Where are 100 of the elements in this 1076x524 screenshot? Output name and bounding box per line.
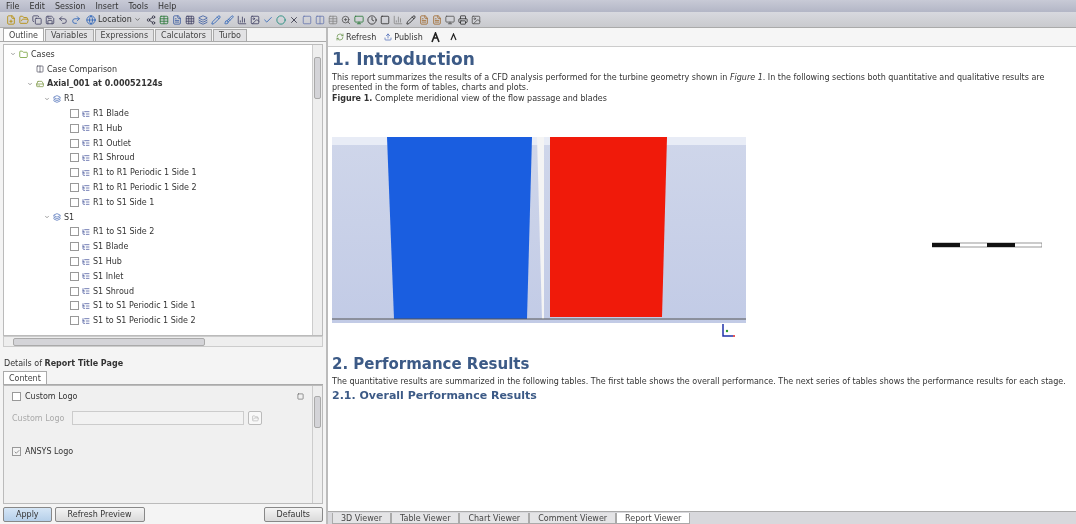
tab[interactable]: Report Viewer [616,513,691,524]
defaults-button[interactable]: Defaults [263,507,323,522]
boundary-icon [82,139,90,148]
checkbox[interactable] [70,257,79,267]
apply-button[interactable]: Apply [3,507,52,522]
pencil-icon[interactable] [210,14,221,25]
rectangle-icon[interactable] [379,14,390,25]
new-file-icon[interactable] [6,14,16,25]
tree-item[interactable]: S1 Hub [93,257,122,267]
menu-item[interactable]: Insert [95,1,119,11]
checkbox[interactable] [12,447,21,456]
checkbox[interactable] [70,271,79,281]
location-button[interactable]: Location [84,14,143,25]
bar-chart-icon[interactable] [392,14,403,25]
expand-icon[interactable] [44,95,50,102]
browse-button[interactable] [248,411,262,425]
tree-item[interactable]: R1 to S1 Side 1 [93,197,155,207]
printer-icon[interactable] [457,14,468,25]
table-icon[interactable] [327,14,338,25]
document-icon[interactable] [431,14,442,25]
tab[interactable]: Comment Viewer [529,513,617,524]
checkbox[interactable] [70,123,79,133]
brush-icon[interactable] [223,14,234,25]
save-icon[interactable] [45,14,55,25]
tab[interactable]: Calculators [155,29,212,41]
tree-item[interactable]: R1 to S1 Side 2 [93,227,155,237]
tree-item[interactable]: R1 to R1 Periodic 1 Side 1 [93,168,197,178]
image-icon[interactable] [470,14,481,25]
menu-item[interactable]: Help [158,1,177,11]
checkbox[interactable] [70,227,79,237]
tab[interactable]: Content [3,371,47,384]
copy-icon[interactable] [32,14,42,25]
checkbox[interactable] [70,183,79,193]
tree-item[interactable]: S1 to S1 Periodic 1 Side 1 [93,301,196,311]
expand-icon[interactable] [10,51,16,58]
tab[interactable]: Table Viewer [391,513,460,524]
caret-icon [133,16,141,23]
document-icon[interactable] [171,14,182,25]
share-icon[interactable] [145,14,156,25]
tree-item[interactable]: R1 [64,94,75,104]
publish-button[interactable]: Publish [384,32,423,42]
checkbox[interactable] [70,242,79,252]
refresh-icon [336,33,344,41]
clock-icon[interactable] [366,14,377,25]
tree-item[interactable]: S1 Shroud [93,286,134,296]
font-smaller-icon[interactable] [449,33,458,41]
tree-item[interactable]: R1 Shroud [93,153,135,163]
tree-item[interactable]: Case Comparison [47,64,118,74]
boundary-icon [82,316,90,325]
checkbox[interactable] [70,316,79,326]
monitor-icon[interactable] [444,14,455,25]
tab[interactable]: Chart Viewer [459,513,530,524]
checkbox[interactable] [12,392,21,401]
refresh-preview-button[interactable]: Refresh Preview [54,507,145,522]
paragraph: The quantitative results are summarized in the following tables. The first table shows the overall performance. The next series of tables shows the performance results for each stage. [332,377,1067,387]
columns-icon[interactable] [314,14,325,25]
redo-icon[interactable] [71,14,81,25]
zoom-icon[interactable] [340,14,351,25]
monitor-icon[interactable] [353,14,364,25]
document-icon[interactable] [418,14,429,25]
tab[interactable]: Turbo [212,29,247,41]
menu-item[interactable]: Edit [29,1,45,11]
font-larger-icon[interactable] [430,31,442,43]
check-icon[interactable] [262,14,273,25]
checkbox[interactable] [70,301,79,311]
tab[interactable]: 3D Viewer [332,513,391,524]
menu-item[interactable]: Tools [128,1,149,11]
tab[interactable]: Outline [3,28,44,41]
image-icon[interactable] [249,14,260,25]
tree-item[interactable]: Axial_001 at 0.00052124s [47,79,163,89]
checkbox[interactable] [70,286,79,296]
open-folder-icon[interactable] [19,14,29,25]
tree-item[interactable]: S1 Blade [93,242,129,252]
menu-item[interactable]: Session [54,1,86,11]
checkbox[interactable] [70,138,79,148]
expand-icon[interactable] [27,81,33,87]
tree-item[interactable]: R1 Blade [93,109,129,119]
refresh-button[interactable]: Refresh [336,32,377,42]
tab[interactable]: Variables [44,29,94,41]
tree-item[interactable]: R1 to R1 Periodic 1 Side 2 [93,183,197,193]
menu-item[interactable]: File [6,1,20,11]
tree-item[interactable]: S1 Inlet [93,271,124,281]
tree-item[interactable]: S1 to S1 Periodic 1 Side 2 [93,316,196,326]
expand-icon[interactable] [44,214,50,221]
tree-item[interactable]: Cases [31,49,55,59]
table-icon[interactable] [158,14,169,25]
checkbox[interactable] [70,153,79,163]
bar-chart-icon[interactable] [236,14,247,25]
tree-item[interactable]: S1 [64,212,75,222]
close-icon[interactable] [288,14,299,25]
tree-item[interactable]: R1 Hub [93,123,123,133]
layers-icon[interactable] [197,14,208,25]
undo-icon[interactable] [58,14,68,25]
checkbox[interactable] [70,168,79,178]
tree-item[interactable]: R1 Outlet [93,138,131,148]
tab[interactable]: Expressions [94,29,155,41]
grid-icon[interactable] [184,14,195,25]
checkbox[interactable] [70,109,79,119]
checkbox[interactable] [70,197,79,207]
pen-icon[interactable] [405,14,416,25]
